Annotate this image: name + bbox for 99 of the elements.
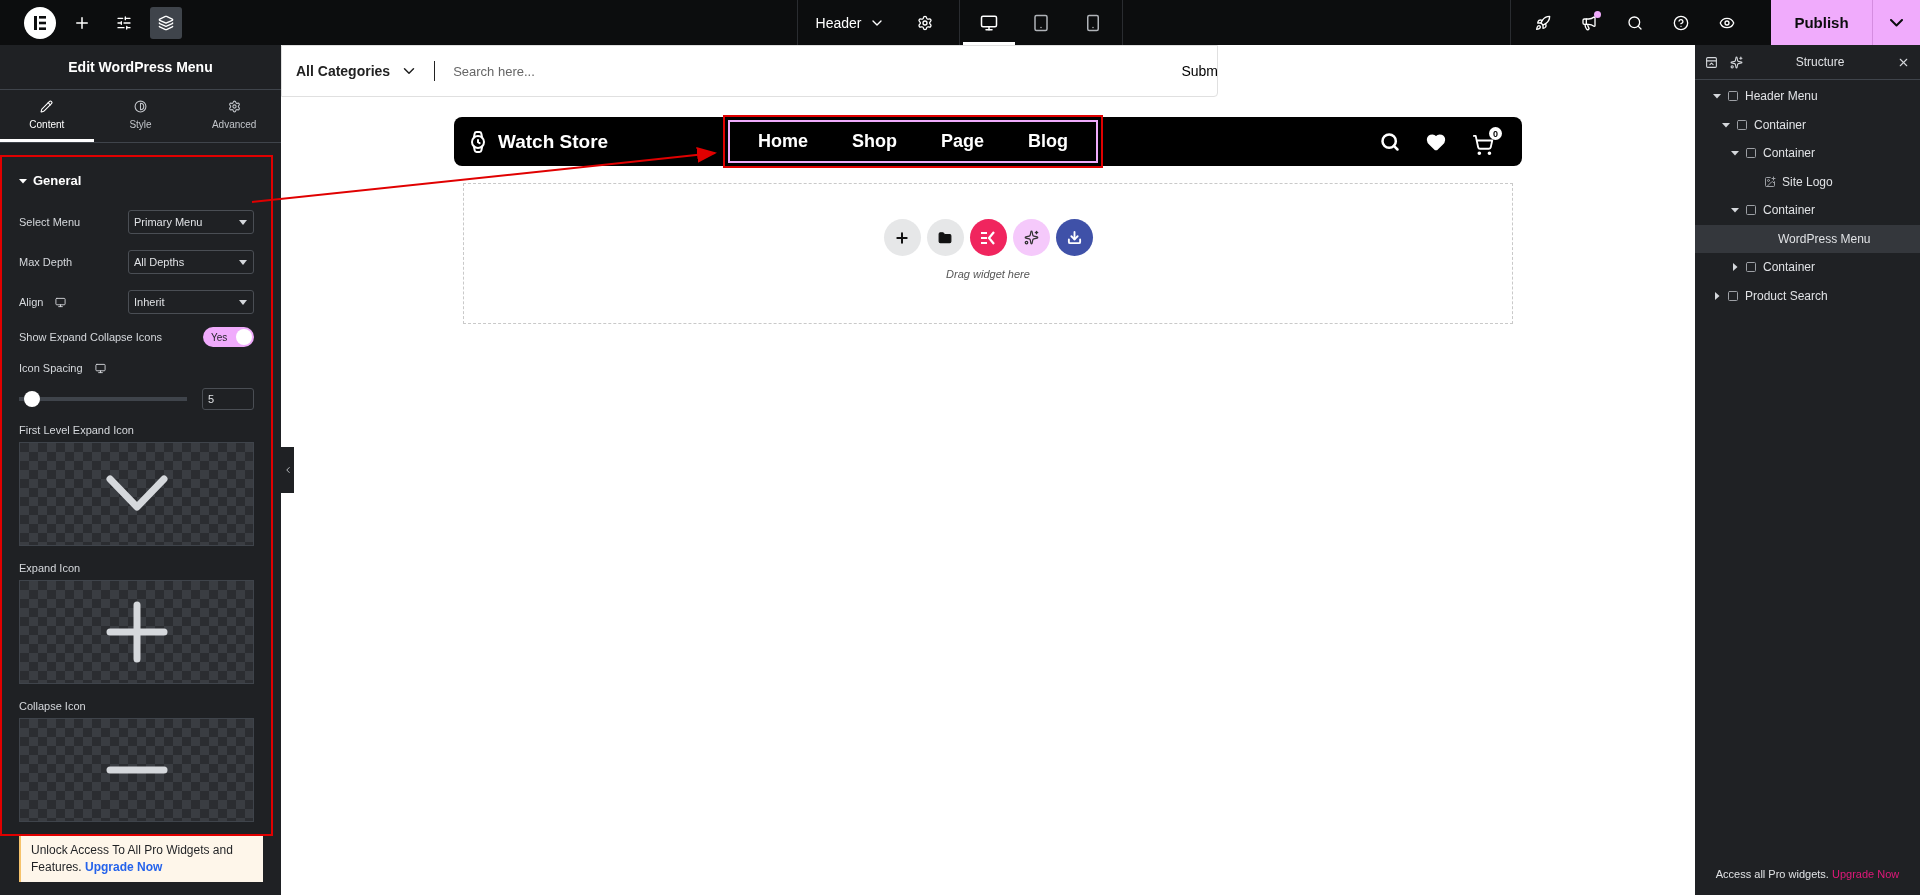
sparkle-icon (1023, 230, 1039, 245)
field-label: First Level Expand Icon (19, 423, 135, 438)
kit-icon (980, 230, 996, 245)
expanded-caret-icon[interactable] (1713, 92, 1721, 101)
select-field[interactable]: Primary Menu (128, 210, 254, 234)
tree-item[interactable]: WordPress Menu (1695, 224, 1920, 253)
ai-button[interactable] (1012, 219, 1050, 256)
container-icon (1727, 289, 1739, 302)
tree-item[interactable]: Product Search (1695, 281, 1920, 310)
ai-button[interactable] (1730, 55, 1743, 69)
plus-icon (105, 601, 168, 663)
slider-thumb[interactable] (23, 391, 40, 407)
container-icon (1745, 204, 1757, 217)
elementor-logo[interactable] (24, 6, 56, 39)
field-label: Show Expand Collapse Icons (19, 331, 163, 343)
pencil-icon (40, 99, 54, 113)
menu-link[interactable]: Shop (852, 131, 897, 152)
sliders-icon (116, 14, 132, 31)
tree-item[interactable]: Container (1695, 139, 1920, 168)
folder-icon (938, 230, 952, 245)
desktop-icon (980, 13, 999, 32)
tree-item[interactable]: Container (1695, 110, 1920, 139)
monitor-icon (55, 296, 67, 308)
upgrade-notice: Unlock Access To All Pro Widgets and Features. Upgrade Now (19, 836, 263, 882)
image-icon (1764, 175, 1776, 188)
icon-picker[interactable] (19, 580, 254, 684)
container-icon (1745, 261, 1757, 274)
settings-icon (917, 14, 934, 31)
caret-icon[interactable] (19, 176, 27, 185)
drop-hint: Drag widget here (946, 268, 1030, 280)
add-section-button[interactable] (883, 219, 921, 256)
caret-icon (239, 259, 247, 265)
tree-item[interactable]: Container (1695, 196, 1920, 225)
menu-link[interactable]: Blog (1028, 131, 1068, 152)
container-icon (1727, 90, 1739, 103)
toggle-switch[interactable]: Yes (203, 327, 254, 347)
expanded-caret-icon[interactable] (1722, 120, 1730, 129)
search-bar[interactable]: All Categories Search here... Subm (281, 45, 1218, 97)
gear-icon (227, 99, 241, 113)
panel-tab[interactable]: Style (93, 90, 188, 142)
chevron-down-icon (1890, 18, 1903, 27)
container-icon (1745, 147, 1757, 160)
icon-picker[interactable] (19, 442, 254, 546)
monitor-icon (94, 362, 106, 374)
download-icon (1066, 230, 1082, 245)
upgrade-link[interactable]: Upgrade Now (85, 859, 163, 874)
expanded-caret-icon[interactable] (1731, 149, 1739, 158)
number-input[interactable]: 5 (202, 388, 254, 410)
section-header[interactable]: General (19, 157, 254, 202)
field-label: Icon Spacing (19, 362, 106, 374)
plus-icon (894, 229, 910, 246)
notification-dot (1594, 10, 1601, 18)
help-icon (1673, 14, 1689, 31)
panel-icon (1705, 55, 1718, 69)
tree-item[interactable]: Header Menu (1695, 82, 1920, 111)
expanded-caret-icon[interactable] (1731, 206, 1739, 215)
field-label: Select Menu (19, 216, 81, 228)
minus-icon (105, 766, 168, 774)
tree-item[interactable]: Site Logo (1695, 167, 1920, 196)
folder-button[interactable] (926, 219, 964, 256)
field-label: Expand Icon (19, 561, 82, 576)
layers-icon (158, 14, 174, 31)
heart-icon[interactable] (1426, 131, 1446, 152)
collapse-button[interactable] (1705, 55, 1718, 69)
layers-button[interactable] (150, 6, 182, 39)
tablet-icon (1032, 13, 1051, 32)
kit-button[interactable] (969, 219, 1007, 256)
megaphone-icon (1581, 14, 1597, 31)
container-icon (1736, 118, 1748, 131)
menu-link[interactable]: Page (940, 131, 984, 152)
rocket-icon (1535, 14, 1551, 31)
field-label: Max Depth (19, 256, 73, 268)
caret-icon (239, 219, 247, 225)
upgrade-notice: Access all Pro widgets. Upgrade Now (1715, 868, 1900, 880)
sparkle-icon (1730, 55, 1743, 69)
search-icon (1627, 14, 1643, 31)
chevron-down-icon (105, 475, 168, 513)
submit-button[interactable]: Subm (1181, 63, 1217, 79)
field-label: Align (19, 296, 67, 308)
search-icon[interactable] (1380, 131, 1400, 152)
publish-button[interactable]: Publish (1771, 0, 1872, 45)
select-field[interactable]: All Depths (128, 250, 254, 274)
tree-item[interactable]: Container (1695, 253, 1920, 282)
panel-tab[interactable]: Content (0, 90, 94, 142)
site-title: Watch Store (498, 130, 609, 153)
import-button[interactable] (1055, 219, 1093, 256)
field-label: Collapse Icon (19, 699, 87, 714)
panel-title: Edit WordPress Menu (0, 45, 281, 90)
panel-title: Structure (1794, 55, 1846, 69)
cart-count: 0 (1489, 127, 1502, 140)
collapsed-caret-icon[interactable] (1731, 263, 1739, 272)
select-field[interactable]: Inherit (128, 290, 254, 314)
menu-link[interactable]: Home (758, 131, 808, 152)
collapsed-caret-icon[interactable] (1713, 291, 1721, 300)
caret-icon (239, 299, 247, 305)
document-dropdown[interactable]: Header (815, 14, 886, 31)
contrast-icon (134, 99, 147, 113)
upgrade-link[interactable]: Upgrade Now (1831, 868, 1900, 880)
panel-tab[interactable]: Advanced (187, 90, 281, 142)
